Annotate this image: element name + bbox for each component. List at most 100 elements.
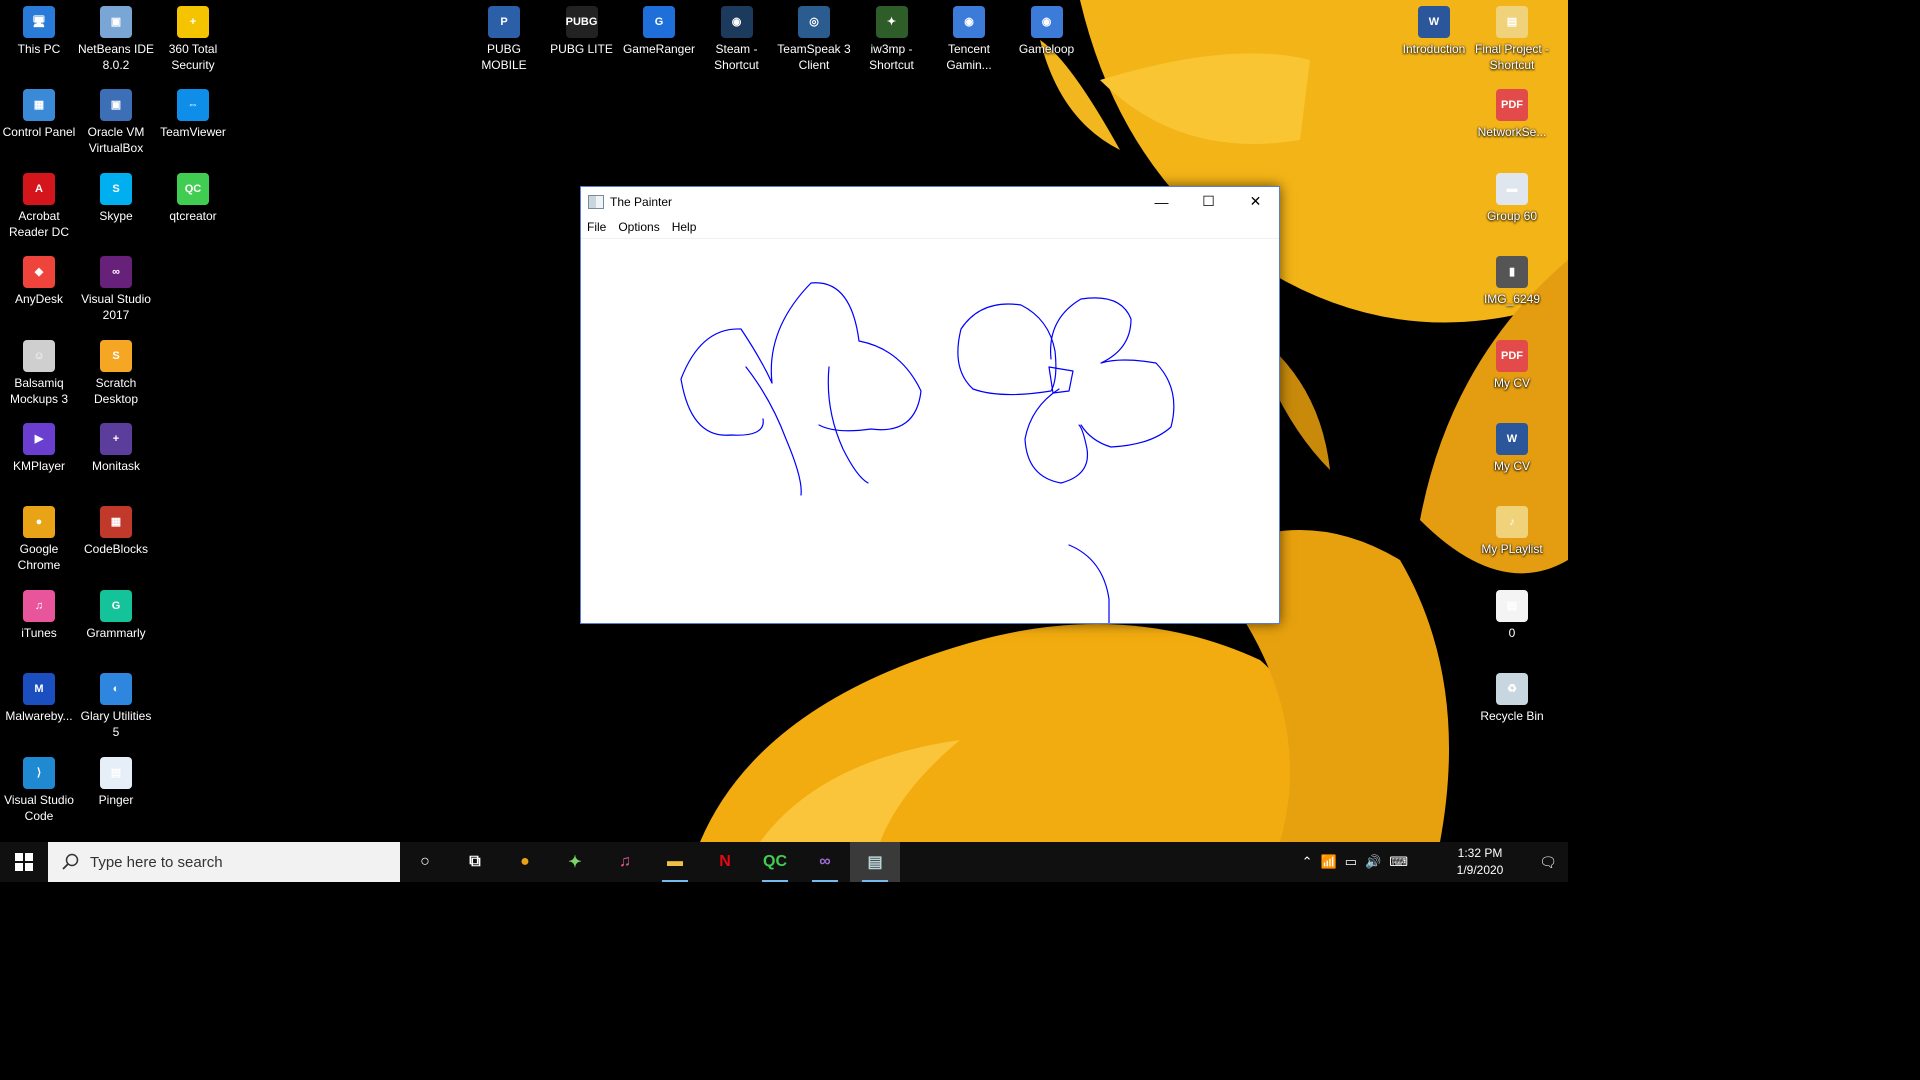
desktop-shortcut[interactable]: ▤ 0 <box>1473 584 1551 641</box>
desktop-shortcut[interactable]: S Skype <box>77 167 155 224</box>
skype-icon: S <box>100 172 132 205</box>
word-doc-icon: W <box>1418 6 1450 38</box>
desktop-shortcut[interactable]: ▬ Group 60 <box>1473 167 1551 224</box>
tray-icon[interactable]: 🔊 <box>1365 854 1381 870</box>
taskbar-button[interactable]: QC <box>750 842 800 882</box>
maximize-button[interactable]: ☐ <box>1185 187 1232 216</box>
desktop-shortcut-label: Malwareby... <box>5 709 73 724</box>
taskbar-button[interactable]: ▤ <box>850 842 900 882</box>
itunes-icon: ♫ <box>23 589 55 622</box>
desktop-shortcut[interactable]: ▤ Pinger <box>77 751 155 808</box>
desktop-shortcut[interactable]: A Acrobat Reader DC <box>0 167 78 240</box>
desktop-shortcut-label: My PLaylist <box>1481 542 1543 557</box>
desktop-shortcut-label: PUBG MOBILE <box>481 42 527 72</box>
desktop-shortcut[interactable]: W My CV <box>1473 417 1551 474</box>
taskbar-button[interactable]: ▬ <box>650 842 700 882</box>
notifications-button[interactable]: 🗨 <box>1528 854 1568 871</box>
taskbar-button[interactable]: ⧉ <box>450 842 500 882</box>
taskbar-search-box[interactable]: Type here to search <box>48 842 400 882</box>
desktop-shortcut-label: 0 <box>1508 625 1516 640</box>
taskbar-button[interactable]: ● <box>500 842 550 882</box>
desktop-shortcut[interactable]: ∞ Visual Studio 2017 <box>77 250 155 323</box>
image-file-icon: ▬ <box>1496 172 1528 205</box>
desktop-shortcut[interactable]: ◐ Glary Utilities 5 <box>77 667 155 740</box>
anydesk-icon: ◆ <box>23 256 55 289</box>
desktop-shortcut[interactable]: ✦ iw3mp - Shortcut <box>853 0 931 73</box>
desktop-shortcut[interactable]: P PUBG MOBILE <box>465 0 543 73</box>
desktop-shortcut-label: Monitask <box>91 459 141 473</box>
desktop-shortcut[interactable]: PDF NetworkSe... <box>1473 83 1551 140</box>
menu-help[interactable]: Help <box>666 220 703 234</box>
desktop-shortcut[interactable]: ◆ AnyDesk <box>0 250 78 307</box>
desktop-shortcut[interactable]: ♫ iTunes <box>0 584 78 641</box>
taskbar-button[interactable]: ✦ <box>550 842 600 882</box>
desktop-shortcut[interactable]: ▦ Control Panel <box>0 83 78 140</box>
taskbar-button[interactable]: ♫ <box>600 842 650 882</box>
desktop-shortcut[interactable]: W Introduction <box>1395 0 1473 57</box>
desktop-shortcut[interactable]: G Grammarly <box>77 584 155 641</box>
taskbar-button[interactable]: N <box>700 842 750 882</box>
acrobat-icon: A <box>23 172 55 205</box>
desktop-shortcut-label: Scratch Desktop <box>93 375 139 406</box>
desktop-shortcut-label: My CV <box>1494 375 1530 390</box>
teamspeak-icon: ◎ <box>798 6 830 38</box>
tray-icon[interactable]: 📶 <box>1321 854 1337 870</box>
desktop-shortcut[interactable]: PUBG PUBG LITE <box>543 0 621 57</box>
drawing-stroke <box>745 366 802 496</box>
minimize-button[interactable]: — <box>1138 187 1185 216</box>
desktop-shortcut[interactable]: ● Google Chrome <box>0 500 78 573</box>
desktop-shortcut[interactable]: ◉ Tencent Gamin... <box>930 0 1008 73</box>
desktop-shortcut-label: TeamViewer <box>160 125 226 140</box>
desktop-shortcut[interactable]: ♪ My PLaylist <box>1473 500 1551 557</box>
drawing-canvas[interactable] <box>581 239 1279 623</box>
tray-icon[interactable]: ▭ <box>1345 854 1357 870</box>
drawing-stroke <box>1068 544 1110 623</box>
desktop-shortcut[interactable]: 🖥 This PC <box>0 0 78 57</box>
desktop-shortcut[interactable]: ♻ Recycle Bin <box>1473 667 1551 724</box>
desktop-shortcut[interactable]: ▦ CodeBlocks <box>77 500 155 557</box>
file-explorer-icon: ▬ <box>667 853 683 870</box>
desktop-shortcut[interactable]: ◉ Gameloop <box>1008 0 1086 57</box>
drawing-stroke <box>1048 366 1074 394</box>
drawing-stroke <box>770 282 922 432</box>
window-titlebar[interactable]: The Painter — ☐ ✕ <box>581 187 1279 216</box>
taskbar-clock[interactable]: 1:32 PM 1/9/2020 <box>1440 842 1520 885</box>
tray-icon[interactable]: ⌨ <box>1389 854 1408 870</box>
desktop-shortcut[interactable]: ▣ Oracle VM VirtualBox <box>77 83 155 156</box>
desktop-shortcut[interactable]: ▣ NetBeans IDE 8.0.2 <box>77 0 155 73</box>
drawing-stroke <box>1049 297 1175 448</box>
desktop-shortcut[interactable]: QC qtcreator <box>154 167 232 224</box>
menu-file[interactable]: File <box>581 220 612 234</box>
desktop-shortcut-label: KMPlayer <box>12 459 65 473</box>
desktop-shortcut-label: NetBeans IDE 8.0.2 <box>77 42 155 72</box>
desktop-shortcut[interactable]: ⟩ Visual Studio Code <box>0 751 78 824</box>
desktop-shortcut[interactable]: ☺ Balsamiq Mockups 3 <box>0 334 78 407</box>
netflix-icon: N <box>719 853 731 870</box>
menu-options[interactable]: Options <box>612 220 665 234</box>
desktop-shortcut[interactable]: +360 Total Security <box>154 0 232 73</box>
desktop-shortcut[interactable]: S Scratch Desktop <box>77 334 155 407</box>
desktop-shortcut-label: Gameloop <box>1018 42 1075 56</box>
desktop-shortcut[interactable]: PDF My CV <box>1473 334 1551 391</box>
drawing-stroke <box>957 303 1057 396</box>
desktop-shortcut[interactable]: G GameRanger <box>620 0 698 57</box>
desktop-shortcut[interactable]: ▮ IMG_6249 <box>1473 250 1551 307</box>
desktop-shortcut[interactable]: M Malwareby... <box>0 667 78 724</box>
desktop-shortcut[interactable]: ◉ Steam - Shortcut <box>698 0 776 73</box>
desktop-shortcut[interactable]: ▶ KMPlayer <box>0 417 78 474</box>
painter-app-icon <box>588 194 604 209</box>
desktop-shortcut[interactable]: ◎ TeamSpeak 3 Client <box>775 0 853 73</box>
desktop-shortcut[interactable]: + Monitask <box>77 417 155 474</box>
tray-icon[interactable]: ⌃ <box>1302 854 1313 870</box>
desktop-shortcut[interactable]: ⇔ TeamViewer <box>154 83 232 140</box>
close-button[interactable]: ✕ <box>1232 187 1279 216</box>
start-button[interactable] <box>0 842 48 882</box>
desktop-shortcut-label: iTunes <box>21 625 57 640</box>
taskbar-button[interactable]: ∞ <box>800 842 850 882</box>
taskbar-button[interactable]: ○ <box>400 842 450 882</box>
desktop-shortcut-label: This PC <box>17 42 61 56</box>
control-panel-icon: ▦ <box>23 89 55 122</box>
pubg-mobile-icon: P <box>488 6 520 38</box>
desktop-shortcut[interactable]: ▤ Final Project - Shortcut <box>1473 0 1551 73</box>
desktop-shortcut-label: Visual Studio 2017 <box>81 292 151 323</box>
